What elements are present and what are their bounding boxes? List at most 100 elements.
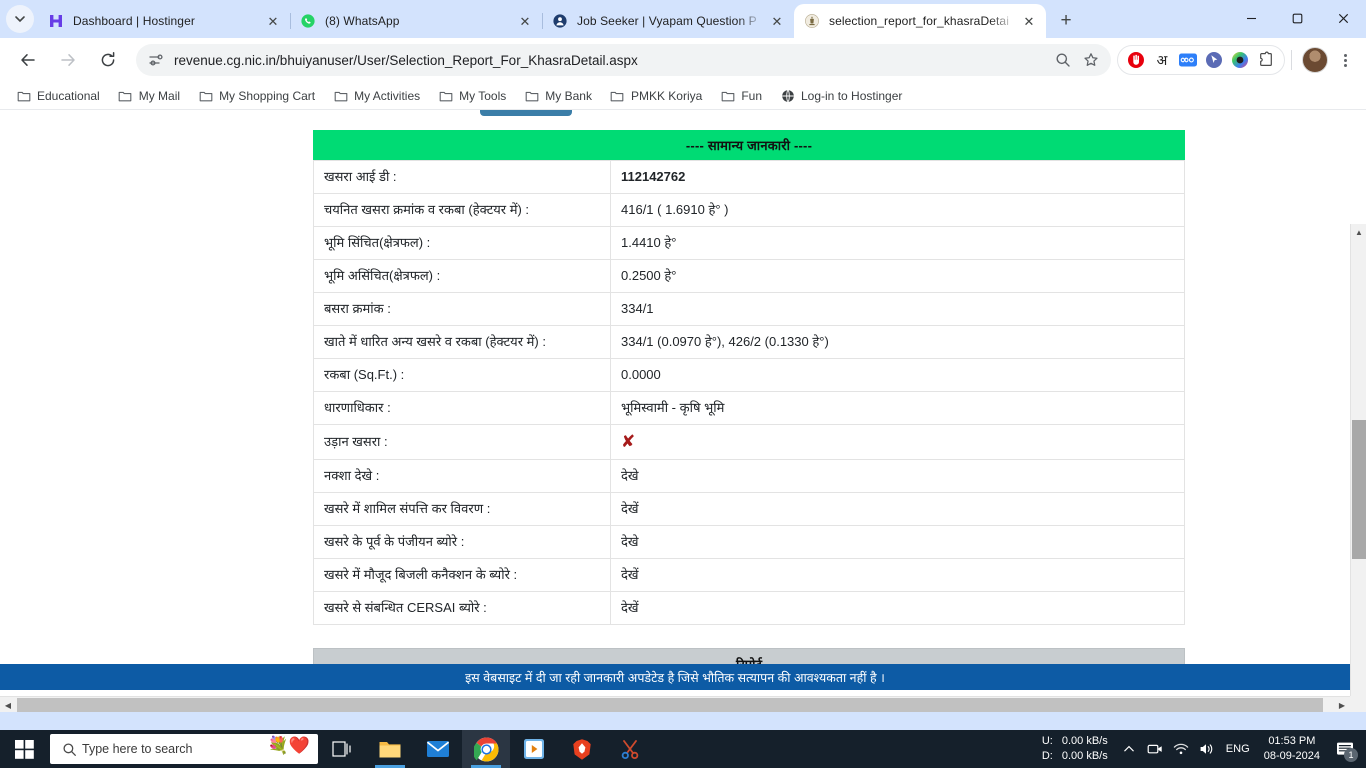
row-label: खसरे से संबन्धित CERSAI ब्योरे : — [313, 590, 611, 625]
url-text: revenue.cg.nic.in/bhuiyanuser/User/Selec… — [174, 52, 638, 68]
wifi-icon[interactable] — [1168, 730, 1194, 768]
profile-avatar[interactable] — [1302, 47, 1328, 73]
table-row: उड़ान खसरा : ✘ — [313, 424, 1185, 460]
mail-icon[interactable] — [414, 730, 462, 768]
bookmark-log-in-to-hostinger[interactable]: Log-in to Hostinger — [772, 85, 910, 106]
table-row: चयनित खसरा क्रमांक व रकबा (हेक्टयर में) … — [313, 193, 1185, 227]
forward-button[interactable] — [53, 45, 83, 75]
download-value: 0.00 kB/s — [1061, 750, 1108, 762]
action-center-icon[interactable]: 1 — [1328, 730, 1362, 768]
vertical-scrollbar[interactable]: ▲ ▼ — [1350, 224, 1366, 712]
media-player-icon[interactable] — [510, 730, 558, 768]
window-controls — [1228, 0, 1366, 36]
tab-close-button[interactable]: ✕ — [516, 12, 534, 30]
table-row: खसरे में मौजूद बिजली कनैक्शन के ब्योरे :… — [313, 557, 1185, 592]
upload-label: U: — [1041, 735, 1053, 748]
row-value: 416/1 ( 1.6910 हे° ) — [610, 193, 1185, 227]
adblock-extension-icon[interactable] — [1124, 48, 1148, 72]
scroll-left-arrow-icon[interactable]: ◀ — [0, 697, 16, 712]
vertical-scrollbar-thumb[interactable] — [1352, 420, 1366, 559]
bookmark-educational[interactable]: Educational — [8, 85, 108, 106]
bookmark-fun[interactable]: Fun — [712, 85, 770, 106]
file-explorer-icon[interactable] — [366, 730, 414, 768]
task-view-icon[interactable] — [318, 730, 366, 768]
partially-visible-button[interactable] — [480, 110, 572, 116]
bookmark-label: My Bank — [545, 88, 592, 103]
table-row: नक्शा देखे : देखे — [313, 458, 1185, 493]
tab-close-button[interactable]: ✕ — [1020, 12, 1038, 30]
hindi-input-extension-icon[interactable]: अ — [1150, 48, 1174, 72]
reload-button[interactable] — [93, 45, 123, 75]
bookmark-my-bank[interactable]: My Bank — [516, 85, 600, 106]
browser-tab-1[interactable]: Dashboard | Hostinger ✕ — [38, 4, 291, 38]
colorpicker-extension-icon[interactable] — [1228, 48, 1252, 72]
tab-close-button[interactable]: ✕ — [768, 12, 786, 30]
chrome-menu-kebab[interactable] — [1332, 45, 1358, 75]
taskbar-search-input[interactable]: Type here to search 💐❤️ — [50, 734, 318, 764]
bookmarks-bar: Educational My Mail My Shopping Cart My … — [0, 82, 1366, 110]
tab-search-button[interactable] — [6, 5, 34, 33]
browser-tab-3[interactable]: Job Seeker | Vyapam Question P ✕ — [542, 4, 795, 38]
tab-title: selection_report_for_khasraDetai — [829, 14, 1009, 28]
bookmark-my-activities[interactable]: My Activities — [325, 85, 428, 106]
taskbar-clock[interactable]: 01:53 PM 08-09-2024 — [1256, 734, 1328, 765]
scroll-right-arrow-icon[interactable]: ▶ — [1334, 697, 1350, 712]
bookmark-label: My Tools — [459, 88, 507, 103]
volume-icon[interactable] — [1194, 730, 1220, 768]
horizontal-scrollbar[interactable]: ◀ ▶ — [0, 696, 1366, 712]
folder-icon — [720, 88, 735, 103]
row-label: खसरे में शामिल संपत्ति कर विवरण : — [313, 491, 611, 526]
bookmark-star-icon[interactable] — [1083, 52, 1099, 68]
clock-time: 01:53 PM — [1268, 734, 1316, 747]
row-label: उड़ान खसरा : — [313, 424, 611, 460]
toolbar-divider — [1291, 50, 1292, 70]
browser-tab-2[interactable]: (8) WhatsApp ✕ — [290, 4, 543, 38]
view-property-tax-link[interactable]: देखें — [610, 491, 1185, 526]
screen-recorder-icon[interactable] — [1142, 730, 1168, 768]
tab-close-button[interactable]: ✕ — [264, 12, 282, 30]
scrollbar-corner — [1350, 696, 1366, 712]
bookmark-label: My Mail — [138, 88, 181, 103]
scroll-up-arrow-icon[interactable]: ▲ — [1351, 224, 1366, 241]
general-info-header: ---- सामान्य जानकारी ---- — [313, 130, 1185, 160]
infinity-extension-icon[interactable] — [1176, 48, 1200, 72]
maximize-window-button[interactable] — [1274, 1, 1320, 35]
snipping-tool-icon[interactable] — [606, 730, 654, 768]
browser-tab-4-active[interactable]: selection_report_for_khasraDetai ✕ — [794, 4, 1046, 38]
folder-icon — [524, 88, 539, 103]
site-settings-icon[interactable] — [148, 52, 164, 68]
bookmark-my-mail[interactable]: My Mail — [110, 85, 188, 106]
google-chrome-icon[interactable] — [462, 730, 510, 768]
horizontal-scrollbar-thumb[interactable] — [17, 698, 1323, 712]
new-tab-button[interactable]: + — [1052, 6, 1080, 34]
govt-emblem-icon — [804, 13, 820, 29]
search-icon[interactable] — [1055, 52, 1071, 68]
address-bar[interactable]: revenue.cg.nic.in/bhuiyanuser/User/Selec… — [136, 44, 1111, 76]
tab-title: (8) WhatsApp — [325, 14, 400, 28]
view-map-link[interactable]: देखे — [610, 458, 1185, 493]
bookmark-label: PMKK Koriya — [630, 88, 703, 103]
table-row: धारणाधिकार : भूमिस्वामी - कृषि भूमि — [313, 391, 1185, 425]
bookmark-my-shopping-cart[interactable]: My Shopping Cart — [190, 85, 323, 106]
row-label: चयनित खसरा क्रमांक व रकबा (हेक्टयर में) … — [313, 193, 611, 227]
language-indicator[interactable]: ENG — [1220, 730, 1256, 768]
show-hidden-icons-chevron[interactable] — [1116, 730, 1142, 768]
view-cersai-link[interactable]: देखें — [610, 590, 1185, 625]
minimize-window-button[interactable] — [1228, 1, 1274, 35]
view-electricity-link[interactable]: देखें — [610, 557, 1185, 592]
folder-icon — [333, 88, 348, 103]
tab-title: Job Seeker | Vyapam Question P — [577, 14, 757, 28]
close-window-button[interactable] — [1320, 1, 1366, 35]
windows-start-button[interactable] — [0, 730, 48, 768]
table-row: भूमि असिंचित(क्षेत्रफल) : 0.2500 हे° — [313, 259, 1185, 293]
brave-browser-icon[interactable] — [558, 730, 606, 768]
bookmark-my-tools[interactable]: My Tools — [430, 85, 514, 106]
back-button[interactable] — [13, 45, 43, 75]
cursor-extension-icon[interactable] — [1202, 48, 1226, 72]
view-registration-link[interactable]: देखे — [610, 524, 1185, 559]
bookmark-pmkk-koriya[interactable]: PMKK Koriya — [602, 85, 710, 106]
table-row: रकबा (Sq.Ft.) : 0.0000 — [313, 358, 1185, 392]
flowers-icon: 💐❤️ — [267, 736, 310, 755]
folder-icon — [438, 88, 453, 103]
extensions-puzzle-icon[interactable] — [1254, 48, 1278, 72]
